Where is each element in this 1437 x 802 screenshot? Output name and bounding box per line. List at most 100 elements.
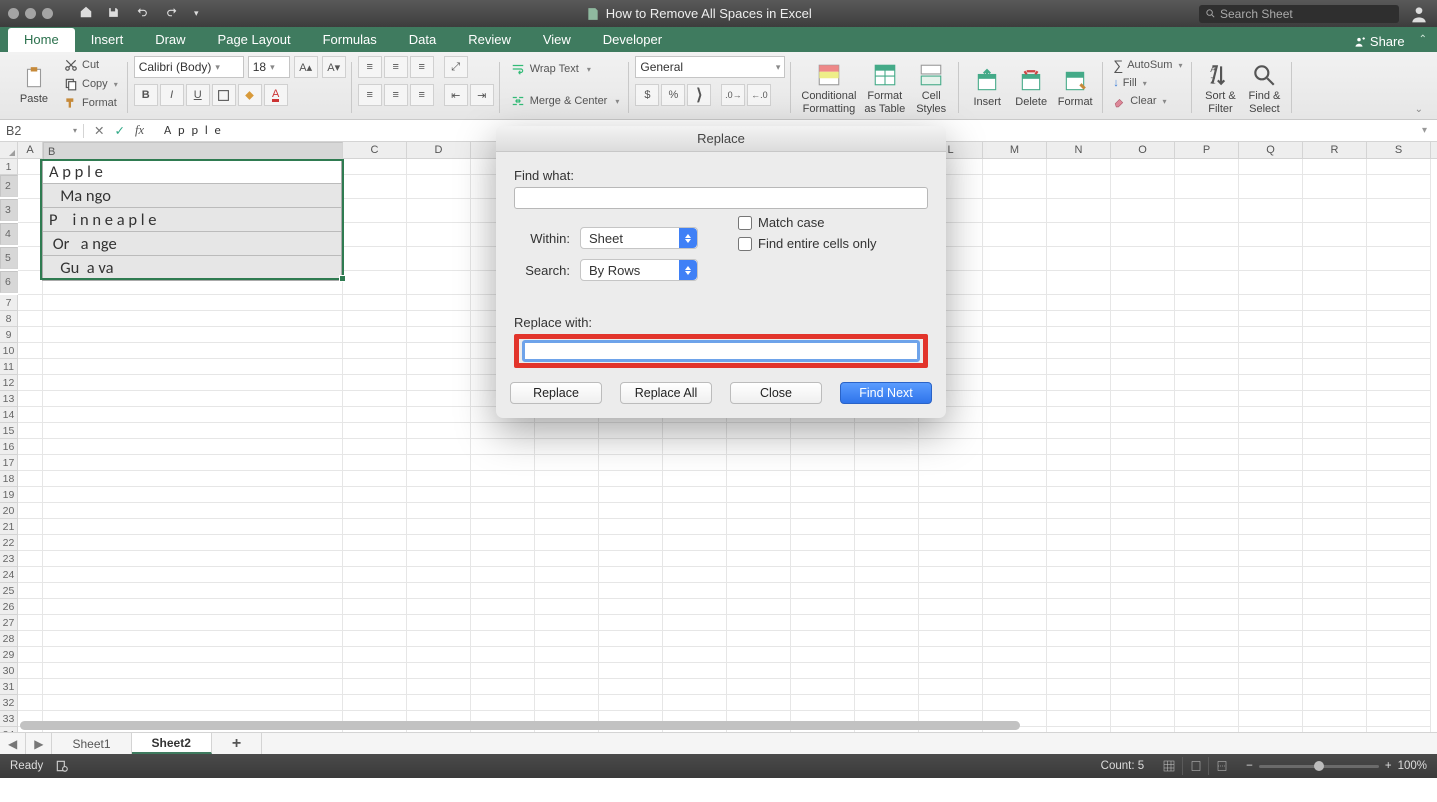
cell[interactable] [1239,583,1303,599]
cell[interactable] [1111,503,1175,519]
cell[interactable] [855,615,919,631]
cell[interactable] [18,391,43,407]
cell[interactable] [983,199,1047,223]
cell[interactable] [1239,695,1303,711]
cell[interactable] [791,583,855,599]
row-header[interactable]: 7 [0,295,18,311]
view-page-layout-icon[interactable] [1182,757,1208,775]
cell[interactable] [535,567,599,583]
formula-bar-expand-icon[interactable]: ▾ [1422,125,1427,136]
decrease-decimal-button[interactable]: ←.0 [747,84,771,106]
cell[interactable] [18,359,43,375]
clear-button[interactable]: Clear▾ [1109,92,1186,110]
replace-button[interactable]: Replace [510,382,602,404]
cell[interactable] [727,647,791,663]
cell[interactable] [727,679,791,695]
cell[interactable] [1367,343,1431,359]
row-header[interactable]: 2 [0,175,18,197]
cell[interactable] [663,583,727,599]
cell[interactable] [1047,199,1111,223]
cell[interactable] [343,311,407,327]
cell[interactable] [1111,407,1175,423]
cancel-formula-icon[interactable]: ✕ [94,123,104,138]
cell[interactable] [343,359,407,375]
cell[interactable] [663,439,727,455]
cell[interactable] [1303,375,1367,391]
cell[interactable] [1367,359,1431,375]
cell[interactable] [727,519,791,535]
cell[interactable] [663,631,727,647]
row-header[interactable]: 5 [0,247,18,269]
cell[interactable] [855,423,919,439]
paste-button[interactable]: Paste [12,56,56,112]
cell[interactable] [919,455,983,471]
cell[interactable] [1367,519,1431,535]
cell[interactable] [919,631,983,647]
minimize-dot-icon[interactable] [25,8,36,19]
cell[interactable] [1367,631,1431,647]
increase-font-button[interactable]: A▴ [294,56,318,78]
cell[interactable] [1239,487,1303,503]
sheet-tab-sheet1[interactable]: Sheet1 [52,733,131,754]
zoom-thumb[interactable] [1314,761,1324,771]
cell[interactable] [18,471,43,487]
cell[interactable] [535,503,599,519]
cell[interactable] [1303,535,1367,551]
cell[interactable] [1303,271,1367,295]
cell[interactable] [1367,487,1431,503]
column-header-D[interactable]: D [407,142,471,158]
cell[interactable] [1239,391,1303,407]
cell[interactable] [1303,551,1367,567]
cell[interactable] [1239,663,1303,679]
cell[interactable] [18,439,43,455]
cell[interactable] [791,423,855,439]
font-color-button[interactable]: A [264,84,288,106]
cell[interactable] [1111,519,1175,535]
cell[interactable] [407,439,471,455]
cell[interactable] [791,519,855,535]
cell[interactable] [43,567,343,583]
cell[interactable] [407,583,471,599]
save-icon[interactable] [107,6,120,22]
zoom-out-icon[interactable]: − [1246,760,1253,772]
cell[interactable] [407,551,471,567]
cell[interactable] [599,679,663,695]
cell[interactable] [18,199,43,223]
cell[interactable] [535,695,599,711]
cell[interactable] [1239,295,1303,311]
cell[interactable] [1111,615,1175,631]
cell[interactable] [1111,487,1175,503]
increase-decimal-button[interactable]: .0→ [721,84,745,106]
cell[interactable] [343,159,407,175]
cell[interactable] [407,679,471,695]
cell[interactable] [1047,343,1111,359]
cell[interactable] [791,695,855,711]
column-header-O[interactable]: O [1111,142,1175,158]
cell[interactable] [1239,551,1303,567]
cell[interactable] [407,391,471,407]
cell[interactable] [407,271,471,295]
cell[interactable] [1175,503,1239,519]
row-header[interactable]: 19 [0,487,18,503]
cell[interactable] [1367,567,1431,583]
cell[interactable] [535,663,599,679]
cell[interactable] [919,423,983,439]
cell[interactable] [599,471,663,487]
cell[interactable] [983,295,1047,311]
cell[interactable] [343,567,407,583]
cell[interactable] [18,247,43,271]
cell[interactable] [1175,583,1239,599]
cell[interactable] [407,519,471,535]
cell[interactable] [1303,223,1367,247]
format-painter-button[interactable]: Format [60,94,122,112]
cell[interactable] [1239,439,1303,455]
cell[interactable] [983,343,1047,359]
cell[interactable] [919,583,983,599]
cell[interactable] [535,487,599,503]
cell[interactable] [1303,311,1367,327]
wrap-text-button[interactable]: Wrap Text▾ [506,56,624,82]
cell[interactable] [535,679,599,695]
cell[interactable] [1175,295,1239,311]
row-header[interactable]: 21 [0,519,18,535]
column-header-S[interactable]: S [1367,142,1431,158]
